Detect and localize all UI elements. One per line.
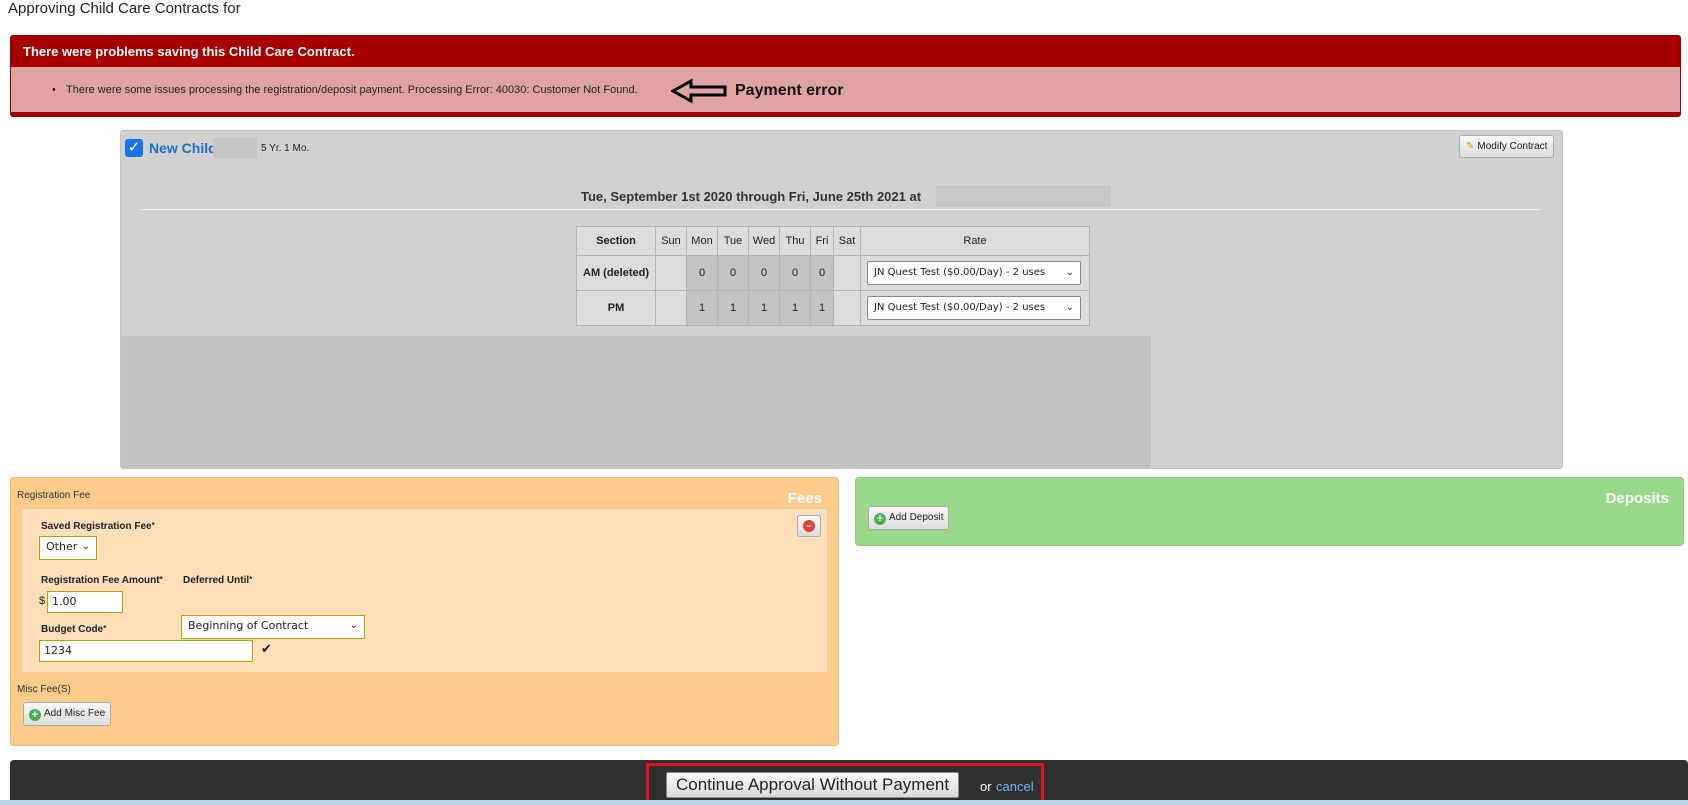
col-header-mon: Mon: [686, 226, 718, 256]
day-cell: 0: [717, 255, 749, 291]
deposits-title: Deposits: [1605, 490, 1669, 507]
section-cell: AM (deleted): [576, 255, 656, 291]
col-header-tue: Tue: [717, 226, 749, 256]
col-header-rate: Rate: [860, 226, 1090, 256]
day-cell: [833, 255, 861, 291]
day-cell: [833, 290, 861, 326]
day-cell: 0: [686, 255, 718, 291]
add-misc-fee-label: Add Misc Fee: [44, 708, 106, 719]
col-header-sat: Sat: [833, 226, 861, 256]
add-deposit-button[interactable]: + Add Deposit: [868, 506, 950, 530]
col-header-fri: Fri: [810, 226, 834, 256]
schedule-table: Section Sun Mon Tue Wed Thu Fri Sat Rate…: [576, 226, 1090, 326]
day-cell: 0: [748, 255, 780, 291]
child-age: 5 Yr. 1 Mo.: [261, 143, 310, 154]
pencil-icon: ✎: [1466, 141, 1475, 152]
page-title: Approving Child Care Contracts for: [8, 0, 241, 17]
error-box: There were problems saving this Child Ca…: [10, 35, 1681, 117]
col-header-wed: Wed: [748, 226, 780, 256]
arrow-left-icon: [671, 78, 727, 104]
col-header-section: Section: [576, 226, 656, 256]
error-heading: There were problems saving this Child Ca…: [11, 36, 1680, 67]
registration-fee-heading: Registration Fee: [17, 490, 91, 501]
table-row: AM (deleted) 0 0 0 0 0 JN Quest Test ($0…: [576, 255, 1090, 291]
schedule-header-row: Section Sun Mon Tue Wed Thu Fri Sat Rate: [576, 226, 1090, 256]
redacted-name: [213, 138, 257, 158]
required-mark: *: [159, 575, 163, 584]
divider: [141, 209, 1541, 210]
remove-registration-fee-button[interactable]: −: [797, 515, 821, 537]
col-header-sun: Sun: [655, 226, 687, 256]
child-contract-panel: ✓ New Child 5 Yr. 1 Mo. ✎ Modify Contract…: [120, 130, 1563, 469]
section-cell: PM: [576, 290, 656, 326]
minus-circle-icon: −: [803, 520, 815, 532]
deferred-value: Beginning of Contract: [188, 619, 309, 632]
required-mark: *: [249, 575, 253, 584]
required-mark: *: [151, 521, 155, 530]
saved-fee-select[interactable]: Other ⌄: [39, 536, 97, 560]
rate-select[interactable]: JN Quest Test ($0.00/Day) - 2 uses ⌄: [867, 261, 1081, 285]
chevron-down-icon: ⌄: [349, 620, 358, 631]
deferred-until-select[interactable]: Beginning of Contract ⌄: [181, 615, 365, 639]
day-cell: 0: [779, 255, 811, 291]
cancel-link[interactable]: cancel: [996, 779, 1034, 794]
chevron-down-icon: ⌄: [1065, 267, 1074, 278]
col-header-thu: Thu: [779, 226, 811, 256]
payment-error-annotation: Payment error: [735, 82, 844, 99]
amount-label: Registration Fee Amount*: [41, 575, 163, 586]
deferred-label: Deferred Until*: [183, 575, 252, 586]
rate-select-value: JN Quest Test ($0.00/Day) - 2 uses: [874, 302, 1046, 313]
rate-select-value: JN Quest Test ($0.00/Day) - 2 uses: [874, 267, 1046, 278]
deposits-panel: Deposits + Add Deposit: [855, 477, 1684, 546]
plus-circle-icon: +: [29, 709, 41, 721]
required-mark: *: [103, 624, 107, 633]
rate-cell: JN Quest Test ($0.00/Day) - 2 uses ⌄: [860, 290, 1090, 326]
day-cell: 1: [810, 290, 834, 326]
day-cell: 0: [810, 255, 834, 291]
budget-label-text: Budget Code: [41, 624, 104, 635]
window-bottom-strip: [0, 800, 1688, 805]
chevron-down-icon: ⌄: [81, 541, 90, 552]
redacted-location: [936, 186, 1111, 207]
error-message: There were some issues processing the re…: [52, 84, 638, 96]
child-name-link[interactable]: New Child: [149, 140, 217, 156]
day-cell: 1: [717, 290, 749, 326]
modify-contract-label: Modify Contract: [1477, 141, 1548, 152]
saved-fee-value: Other: [46, 540, 78, 553]
plus-circle-icon: +: [874, 513, 886, 525]
contract-date-range: Tue, September 1st 2020 through Fri, Jun…: [581, 189, 922, 204]
budget-code-input[interactable]: 1234: [39, 640, 253, 662]
amount-input[interactable]: 1.00: [47, 591, 123, 613]
saved-fee-label: Saved Registration Fee*: [41, 521, 155, 532]
add-deposit-label: Add Deposit: [889, 512, 944, 523]
or-text: or: [980, 779, 992, 794]
fees-title: Fees: [787, 490, 822, 507]
add-misc-fee-button[interactable]: + Add Misc Fee: [23, 702, 112, 726]
day-cell: 1: [779, 290, 811, 326]
misc-fees-heading: Misc Fee(S): [17, 684, 71, 695]
day-cell: 1: [748, 290, 780, 326]
rate-select[interactable]: JN Quest Test ($0.00/Day) - 2 uses ⌄: [867, 296, 1081, 320]
budget-code-label: Budget Code*: [41, 624, 106, 635]
deferred-label-text: Deferred Until: [183, 575, 250, 586]
continue-without-payment-button[interactable]: Continue Approval Without Payment: [666, 772, 960, 798]
chevron-down-icon: ⌄: [1065, 302, 1074, 313]
modify-contract-button[interactable]: ✎ Modify Contract: [1459, 135, 1555, 158]
fees-panel: Fees Registration Fee − Saved Registrati…: [10, 477, 839, 746]
currency-symbol: $: [39, 595, 46, 607]
day-cell: [655, 255, 687, 291]
amount-label-text: Registration Fee Amount: [41, 575, 160, 586]
table-row: PM 1 1 1 1 1 JN Quest Test ($0.00/Day) -…: [576, 290, 1090, 326]
day-cell: [655, 290, 687, 326]
panel-lower-area: [121, 336, 1151, 468]
day-cell: 1: [686, 290, 718, 326]
saved-fee-label-text: Saved Registration Fee: [41, 521, 152, 532]
checkbox-checked-icon[interactable]: ✓: [125, 139, 143, 157]
checkmark-icon: ✔: [261, 641, 272, 656]
rate-cell: JN Quest Test ($0.00/Day) - 2 uses ⌄: [860, 255, 1090, 291]
